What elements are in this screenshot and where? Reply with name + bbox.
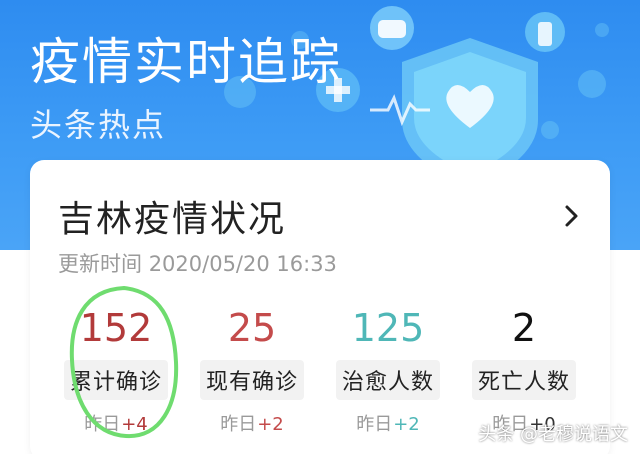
- stat-label: 治愈人数: [335, 360, 440, 400]
- stat-delta: 昨日+2: [326, 410, 450, 436]
- stat-recovered: 125 治愈人数 昨日+2: [326, 302, 450, 436]
- stat-value: 2: [511, 306, 537, 350]
- mask-icon: [370, 6, 414, 50]
- page-subtitle: 头条热点: [30, 106, 167, 144]
- stat-value: 25: [227, 306, 277, 350]
- update-time-label: 更新时间: [58, 252, 142, 276]
- spray-bottle-icon: [525, 12, 565, 52]
- page-title: 疫情实时追踪: [30, 33, 342, 91]
- stat-label: 死亡人数: [471, 360, 576, 400]
- stat-total-confirmed: 152 累计确诊 昨日+4: [54, 302, 178, 436]
- stat-delta-value: +2: [257, 414, 284, 435]
- stat-delta-label: 昨日: [356, 414, 393, 435]
- stat-delta: 昨日+4: [54, 410, 178, 436]
- stat-delta-value: +2: [393, 414, 420, 435]
- watermark: 头条 @老穆说语文: [478, 424, 628, 445]
- card-title: 吉林疫情状况: [58, 199, 287, 240]
- stat-label: 现有确诊: [199, 360, 304, 400]
- stat-delta: 昨日+2: [190, 410, 314, 436]
- stat-value: 152: [79, 306, 153, 350]
- stat-delta-label: 昨日: [84, 414, 121, 435]
- chevron-right-icon[interactable]: [562, 202, 582, 230]
- region-status-card[interactable]: 吉林疫情状况 更新时间 2020/05/20 16:33 152 累计确诊 昨日…: [30, 160, 610, 454]
- stat-deaths: 2 死亡人数 昨日+0: [462, 302, 586, 436]
- update-time-value: 2020/05/20 16:33: [148, 252, 337, 276]
- stat-current-confirmed: 25 现有确诊 昨日+2: [190, 302, 314, 436]
- stat-delta-label: 昨日: [220, 414, 257, 435]
- update-time-row: 更新时间 2020/05/20 16:33: [58, 248, 337, 278]
- stat-value: 125: [351, 306, 425, 350]
- stat-label: 累计确诊: [63, 360, 168, 400]
- stat-delta-value: +4: [121, 414, 148, 435]
